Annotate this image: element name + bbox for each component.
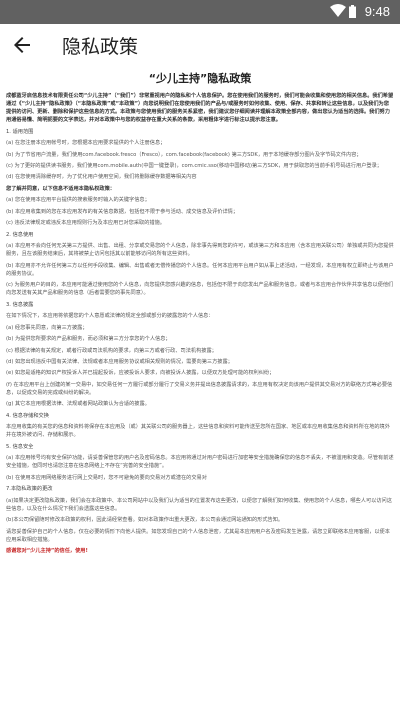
policy-paragraph: (c) 根据法律的有关规定，或者行政或司法机构的要求，向第三方或者行政、司法机构… (6, 347, 217, 354)
policy-paragraph: 2. 信息使用 (6, 231, 34, 238)
policy-paragraph: (c) 为了更好的提供读书服务，我们使用com.mobile.auth(中国一键… (6, 163, 382, 169)
policy-paragraph: (a) 本应用不会向任何无关第三方提供、出售、出租、分享或交易您的个人信息，除非… (6, 243, 394, 258)
policy-paragraph: (c) 为服务用户的目的，本应用可能通过使用您的个人信息，向您提供您感兴趣的信息… (6, 282, 394, 297)
page-title: 隐私政策 (62, 36, 139, 58)
policy-paragraph: (a) 您在使用本应用平台提供的搜索服务时输入的关键字信息； (6, 197, 150, 204)
policy-paragraph: (a) 在您注册本应用帐号时，您根据本应用要求提供的个人注册信息； (6, 140, 166, 147)
policy-body: 成都蓝牙启信息技术有限责任公司“少儿主持”（“我们”）非常重视用户的隐私和个人信… (6, 92, 394, 555)
policy-paragraph: 请您妥善保护自己的个人信息，仅在必要的情形下向他人提供。如您发现自己的个人信息泄… (6, 528, 390, 543)
policy-paragraph: (b)本公司保留随时修改本政策的权利，因此请经常查看。如对本政策作出重大更改，本… (6, 517, 284, 524)
policy-paragraph: 您了解并同意，以下信息不适用本隐私权政策： (6, 185, 115, 192)
policy-paragraph: 4. 信息存储和交换 (6, 412, 49, 419)
policy-paragraph: (a)如果决定更改隐私政策，我们会在本政策中、本公司网站中以及我们认为适当的位置… (6, 497, 392, 512)
policy-paragraph: (b) 本应用收集到的您在本应用发布的有关信息数据，包括但不限于参与活动、成交信… (6, 208, 239, 215)
policy-paragraph: (b) 在使用本应用网络服务进行网上交易时，您不可避免的要向交易对方或潜在的交易… (6, 474, 207, 481)
policy-paragraph: 1. 适用范围 (6, 128, 34, 135)
policy-paragraph: 5. 信息安全 (6, 443, 34, 450)
policy-paragraph: 本应用收集的有关您的信息和资料将保存在本应用及（或）其关联公司的服务器上，这些信… (6, 424, 390, 439)
policy-paragraph: (g) 其它本应用根据法律、法规或者网站政策认为合适的披露。 (6, 401, 150, 408)
policy-paragraph: (b) 为了节省用户流量，我们使用com.facebook.fresco（Fre… (6, 151, 362, 158)
policy-paragraph: (e) 如您是适格的知识产权投诉人并已提起投诉，应被投诉人要求，向被投诉人披露，… (6, 370, 275, 377)
status-bar: 9:48 (0, 0, 400, 24)
policy-paragraph: (a) 本应用帐号均有安全保护功能，请妥善保管您的用户名及密码信息。本应用将通过… (6, 455, 394, 470)
policy-paragraph: 在如下情况下，本应用将依据您的个人意愿或法律的规定全部或部分的披露您的个人信息： (6, 313, 214, 320)
status-time: 9:48 (364, 4, 390, 19)
policy-paragraph: (b) 本应用亦不允许任何第三方以任何手段收集、编辑、出售或者无偿传播您的个人信… (6, 262, 394, 277)
policy-paragraph: (c) 违反法律规定或违反本应用规则行为及本应用已对您采取的措施。 (6, 220, 165, 227)
policy-paragraph: (b) 为提供您所要求的产品和服务，而必须和第三方分享您的个人信息； (6, 336, 171, 343)
policy-paragraph: 7.本隐私政策的更改 (6, 486, 53, 493)
policy-paragraph: (d) 如您出现违反中国有关法律、法规或者本应用服务协议或相关规则的情况，需要向… (6, 358, 233, 365)
policy-paragraph: 成都蓝牙启信息技术有限责任公司“少儿主持”（“我们”）非常重视用户的隐私和个人信… (6, 93, 394, 124)
document-title: “少儿主持”隐私政策 (148, 72, 252, 85)
policy-paragraph: 3. 信息披露 (6, 301, 34, 308)
policy-paragraph: (f) 在本应用平台上创建的某一交易中，如交易任何一方履行或部分履行了交易义务并… (6, 381, 393, 396)
app-bar: 隐私政策 (0, 24, 400, 66)
policy-paragraph: (a) 经您事先同意，向第三方披露； (6, 324, 88, 331)
wifi-icon (330, 4, 346, 17)
back-arrow-icon[interactable] (10, 33, 34, 57)
policy-paragraph: (d) 在您使用清除缓存时，为了优化用户使用空间，我们将删除缓存数据等相关内容 (6, 174, 197, 181)
policy-content[interactable]: “少儿主持”隐私政策 成都蓝牙启信息技术有限责任公司“少儿主持”（“我们”）非常… (6, 66, 394, 710)
policy-paragraph: 感谢您对“少儿主持”的信任，使用! (6, 548, 88, 555)
battery-icon (349, 5, 356, 18)
